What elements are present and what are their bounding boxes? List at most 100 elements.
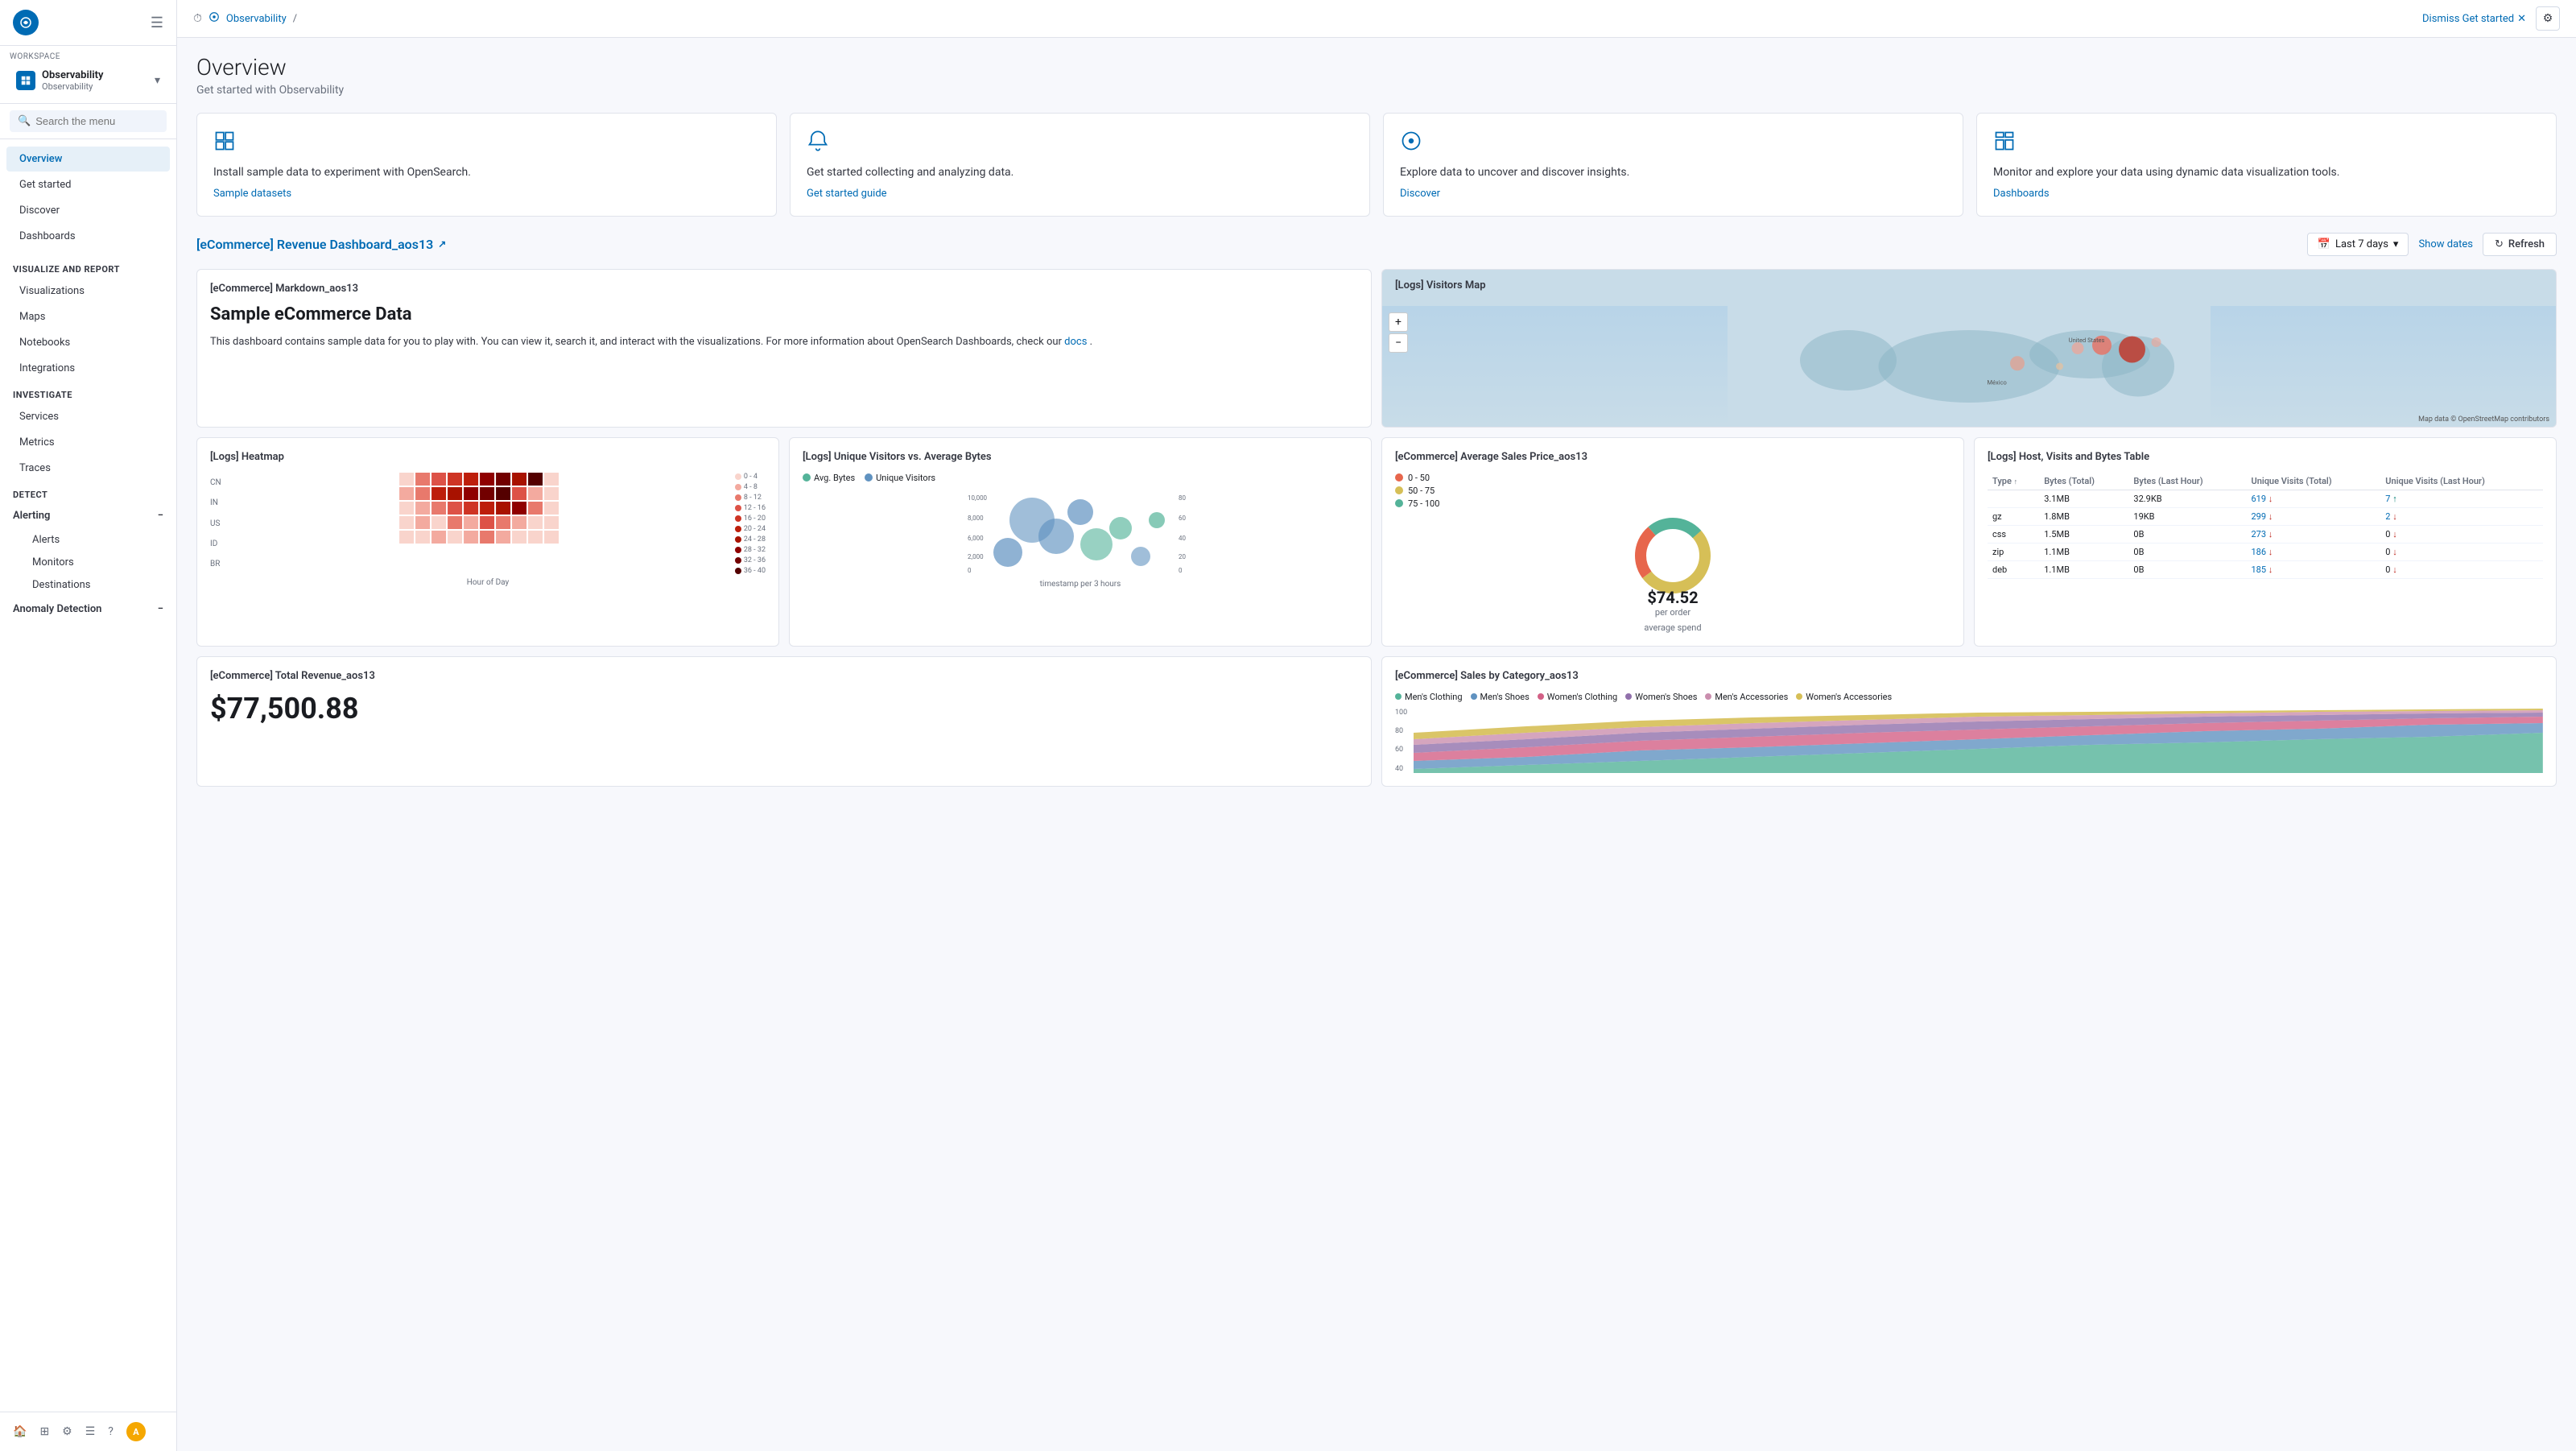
markdown-widget-title: [eCommerce] Markdown_aos13 <box>210 283 1358 295</box>
sidebar: ☰ WORKSPACE Observability Observability … <box>0 0 177 1451</box>
refresh-button[interactable]: ↻ Refresh <box>2483 233 2557 256</box>
markdown-widget: [eCommerce] Markdown_aos13 Sample eComme… <box>196 269 1372 428</box>
apps-icon[interactable]: ⊞ <box>39 1425 49 1438</box>
detect-section-label: Detect <box>0 482 176 503</box>
alerting-header[interactable]: Alerting − <box>0 503 176 528</box>
sidebar-item-monitors[interactable]: Monitors <box>6 552 170 573</box>
heatmap-body: CNINUSIDBR 0 - 4 <box>210 473 766 575</box>
sidebar-item-discover[interactable]: Discover <box>6 198 170 223</box>
card-discover-link[interactable]: Discover <box>1400 188 1946 200</box>
visitors-x-label: timestamp per 3 hours <box>803 580 1358 589</box>
date-picker[interactable]: 📅 Last 7 days ▾ <box>2307 233 2409 256</box>
nav-anomaly-section: Anomaly Detection − <box>0 597 176 622</box>
visitors-legend: Avg. Bytes Unique Visitors <box>803 473 1358 483</box>
avg-sales-widget: [eCommerce] Average Sales Price_aos13 0 … <box>1381 437 1964 647</box>
sidebar-item-metrics[interactable]: Metrics <box>6 430 170 455</box>
donut-container: $74.52 per order average spend <box>1395 515 1951 633</box>
calendar-icon: 📅 <box>2318 238 2330 250</box>
svg-text:0: 0 <box>968 567 972 574</box>
page-subtitle: Get started with Observability <box>196 84 2557 97</box>
search-wrap[interactable]: 🔍 <box>10 110 167 132</box>
nav-detect-section: Detect Alerting − Alerts Monitors Destin… <box>0 482 176 597</box>
sales-area-chart-svg <box>1414 709 2543 773</box>
docs-link[interactable]: docs <box>1064 336 1087 348</box>
host-table-title: [Logs] Host, Visits and Bytes Table <box>1988 451 2543 463</box>
sales-y-axis: 100806040 <box>1395 709 1410 773</box>
external-link-icon[interactable]: ↗ <box>438 238 446 250</box>
table-row: css 1.5MB 0B 273 ↓ 0 ↓ <box>1988 525 2543 543</box>
chevron-down-icon: ▾ <box>2393 238 2399 250</box>
svg-text:United States: United States <box>2069 337 2105 344</box>
settings-icon[interactable]: ⚙ <box>62 1425 72 1438</box>
table-row: deb 1.1MB 0B 185 ↓ 0 ↓ <box>1988 560 2543 578</box>
page-title: Overview <box>196 54 2557 81</box>
card-sample-datasets[interactable]: Install sample data to experiment with O… <box>196 113 777 217</box>
card-dashboards[interactable]: Monitor and explore your data using dyna… <box>1976 113 2557 217</box>
sidebar-item-get-started[interactable]: Get started <box>6 172 170 197</box>
sidebar-item-dashboards[interactable]: Dashboards <box>6 224 170 249</box>
markdown-body: This dashboard contains sample data for … <box>210 334 1358 351</box>
anomaly-header[interactable]: Anomaly Detection − <box>0 597 176 622</box>
breadcrumb-link[interactable]: Observability <box>226 13 287 25</box>
svg-text:0: 0 <box>1179 567 1183 574</box>
refresh-icon: ↻ <box>2495 238 2504 250</box>
sidebar-item-destinations[interactable]: Destinations <box>6 574 170 596</box>
sidebar-item-notebooks[interactable]: Notebooks <box>6 330 170 355</box>
svg-text:México: México <box>1988 378 2007 386</box>
sales-category-widget: [eCommerce] Sales by Category_aos13 Men'… <box>1381 656 2557 787</box>
visitors-chart-widget: [Logs] Unique Visitors vs. Average Bytes… <box>789 437 1372 647</box>
card-get-started[interactable]: Get started collecting and analyzing dat… <box>790 113 1370 217</box>
sidebar-collapse-button[interactable]: ☰ <box>151 14 163 31</box>
sales-legend: Men's Clothing Men's Shoes Women's Cloth… <box>1395 692 2543 702</box>
help-icon[interactable]: ? <box>108 1425 114 1438</box>
sidebar-item-services[interactable]: Services <box>6 404 170 429</box>
search-input[interactable] <box>35 115 159 127</box>
bookmarks-icon[interactable]: ☰ <box>85 1425 96 1438</box>
sidebar-logo: ☰ <box>0 0 176 46</box>
card-discover-title: Explore data to uncover and discover ins… <box>1400 165 1946 181</box>
dashboard-icon <box>1993 130 2019 155</box>
home-icon[interactable]: 🏠 <box>13 1425 27 1438</box>
search-section: 🔍 <box>0 104 176 139</box>
sidebar-item-maps[interactable]: Maps <box>6 304 170 329</box>
card-dashboards-link[interactable]: Dashboards <box>1993 188 2540 200</box>
workspace-sub: Observability <box>42 81 103 92</box>
topbar-right: Dismiss Get started ✕ ⚙ <box>2422 6 2560 31</box>
dismiss-get-started-button[interactable]: Dismiss Get started ✕ <box>2422 13 2526 25</box>
card-discover[interactable]: Explore data to uncover and discover ins… <box>1383 113 1963 217</box>
sidebar-item-traces[interactable]: Traces <box>6 456 170 481</box>
main-area: ⏱ Observability / Dismiss Get started ✕ … <box>177 0 2576 1451</box>
donut-label: average spend <box>1644 622 1701 633</box>
workspace-item[interactable]: Observability Observability ▾ <box>10 64 167 97</box>
chevron-down-icon: ▾ <box>155 74 160 87</box>
card-collect-link[interactable]: Get started guide <box>807 188 1353 200</box>
dashboard-row-1: [eCommerce] Markdown_aos13 Sample eComme… <box>196 269 2557 428</box>
content-area: Overview Get started with Observability … <box>177 38 2576 1451</box>
svg-text:40: 40 <box>1179 535 1186 542</box>
sidebar-item-integrations[interactable]: Integrations <box>6 356 170 381</box>
date-range-text: Last 7 days <box>2335 238 2388 250</box>
col-type: Type ↑ <box>1988 473 2039 490</box>
svg-text:6,000: 6,000 <box>968 535 984 542</box>
map-credit: Map data © OpenStreetMap contributors <box>2418 415 2549 424</box>
map-zoom-in-button[interactable]: + <box>1389 312 1408 332</box>
card-dashboards-title: Monitor and explore your data using dyna… <box>1993 165 2540 181</box>
topbar-settings-button[interactable]: ⚙ <box>2536 6 2560 31</box>
visitors-chart-svg: 10,000 8,000 6,000 2,000 0 80 60 40 20 0 <box>803 488 1358 577</box>
col-bytes-last: Bytes (Last Hour) <box>2128 473 2246 490</box>
avg-sales-title: [eCommerce] Average Sales Price_aos13 <box>1395 451 1951 463</box>
dashboard-title-text: [eCommerce] Revenue Dashboard_aos13 <box>196 237 433 252</box>
card-sample-link[interactable]: Sample datasets <box>213 188 760 200</box>
dashboard-title: [eCommerce] Revenue Dashboard_aos13 ↗ <box>196 237 446 252</box>
search-icon: 🔍 <box>18 115 31 127</box>
visitors-map-widget: [Logs] Visitors Map + − <box>1381 269 2557 428</box>
sidebar-item-overview[interactable]: Overview <box>6 147 170 172</box>
map-zoom-out-button[interactable]: − <box>1389 333 1408 353</box>
show-dates-button[interactable]: Show dates <box>2418 238 2473 250</box>
host-table: Type ↑ Bytes (Total) Bytes (Last Hour) U… <box>1988 473 2543 579</box>
sidebar-item-alerts[interactable]: Alerts <box>6 529 170 551</box>
card-sample-title: Install sample data to experiment with O… <box>213 165 760 181</box>
sidebar-item-visualizations[interactable]: Visualizations <box>6 279 170 304</box>
avatar[interactable]: A <box>126 1422 146 1441</box>
svg-text:60: 60 <box>1179 515 1186 522</box>
